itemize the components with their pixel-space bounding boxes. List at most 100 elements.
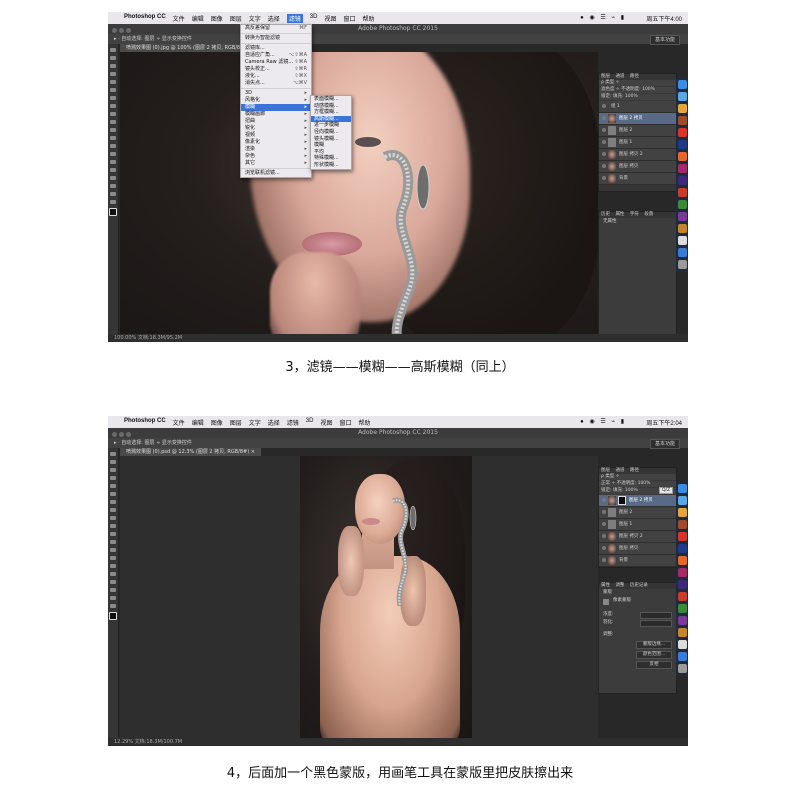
- eye-icon[interactable]: [602, 558, 606, 562]
- dodge-tool-icon[interactable]: [110, 152, 116, 156]
- menu-image[interactable]: 图像: [211, 14, 223, 23]
- hand-tool-icon[interactable]: [110, 192, 116, 196]
- pen-tool-icon[interactable]: [110, 564, 116, 568]
- finder-icon[interactable]: [677, 80, 687, 89]
- type-tool-icon[interactable]: [110, 572, 116, 576]
- layer-item[interactable]: 背景: [599, 555, 676, 567]
- app-icon[interactable]: [677, 532, 687, 541]
- menu-item-browse-online[interactable]: 浏览联机滤镜...: [241, 170, 311, 177]
- finder-icon[interactable]: [677, 484, 687, 493]
- premiere-icon[interactable]: [677, 616, 687, 625]
- eraser-tool-icon[interactable]: [110, 532, 116, 536]
- layer-item[interactable]: 图层 拷贝 2: [599, 531, 676, 543]
- tab-adjustments[interactable]: 调整: [615, 583, 624, 588]
- healing-tool-icon[interactable]: [110, 500, 116, 504]
- stamp-tool-icon[interactable]: [110, 516, 116, 520]
- options-text[interactable]: ▸ · 自动选择: 图层 ÷ 显示变换控件: [114, 36, 192, 42]
- canvas[interactable]: [120, 456, 598, 738]
- workspace-select[interactable]: 基本功能: [649, 35, 680, 45]
- premiere-icon[interactable]: [677, 212, 687, 221]
- submenu-item-blur-more[interactable]: 进一步模糊: [311, 122, 351, 129]
- history-brush-icon[interactable]: [110, 120, 116, 124]
- invert-button[interactable]: 反相: [636, 661, 672, 669]
- app-icon[interactable]: [677, 104, 687, 113]
- app-icon[interactable]: [677, 520, 687, 529]
- shape-tool-icon[interactable]: [110, 184, 116, 188]
- menu-layer[interactable]: 图层: [230, 418, 242, 427]
- blend-mode-row[interactable]: 滤色度 ÷ 不透明度: 100%: [599, 87, 676, 94]
- menu-item-sharpen[interactable]: 锐化 ▸: [241, 125, 311, 132]
- layer-item[interactable]: 图层 2: [599, 507, 676, 519]
- eye-icon[interactable]: [602, 128, 606, 132]
- menu-item-filter-gallery[interactable]: 滤镜库...: [241, 45, 311, 52]
- illustrator-icon[interactable]: [677, 556, 687, 565]
- tab-paths[interactable]: 路径: [630, 74, 639, 79]
- layer-mask-thumbnail[interactable]: [618, 496, 626, 505]
- menu-window[interactable]: 窗口: [339, 418, 351, 427]
- document-tab[interactable]: 喷溅效果图 (0).psd @ 12.3% (图层 2 拷贝, RGB/8#) …: [120, 448, 261, 456]
- eye-icon[interactable]: [602, 116, 606, 120]
- eye-icon[interactable]: [602, 546, 606, 550]
- photoshop-icon[interactable]: [677, 140, 687, 149]
- tab-channels[interactable]: 通道: [615, 468, 624, 473]
- menu-view[interactable]: 视图: [324, 14, 336, 23]
- move-tool-icon[interactable]: [110, 48, 116, 52]
- illustrator-icon[interactable]: [677, 152, 687, 161]
- eye-icon[interactable]: [602, 164, 606, 168]
- layer-item[interactable]: 图层 2 拷贝: [599, 113, 676, 125]
- menu-3d[interactable]: 3D: [310, 14, 318, 23]
- menu-item-adaptive-wide[interactable]: 自适应广角... ⌥⇧⌘A: [241, 52, 311, 59]
- app-icon[interactable]: [677, 248, 687, 257]
- bridge-icon[interactable]: [677, 628, 687, 637]
- zoom-tool-icon[interactable]: [110, 604, 116, 608]
- workspace-select[interactable]: 基本功能: [649, 439, 680, 449]
- tab-history[interactable]: 历史: [601, 212, 610, 217]
- menu-app[interactable]: Photoshop CC: [124, 418, 166, 427]
- menu-type[interactable]: 文字: [249, 418, 261, 427]
- eye-icon[interactable]: [602, 534, 606, 538]
- path-select-icon[interactable]: [110, 580, 116, 584]
- app-icon[interactable]: [677, 652, 687, 661]
- menu-item-camera-raw[interactable]: Camera Raw 滤镜... ⇧⌘A: [241, 59, 311, 66]
- dreamweaver-icon[interactable]: [677, 604, 687, 613]
- trash-icon[interactable]: [677, 664, 687, 673]
- trash-icon[interactable]: [677, 260, 687, 269]
- menu-help[interactable]: 帮助: [362, 14, 374, 23]
- color-range-button[interactable]: 颜色范围...: [636, 651, 672, 659]
- menu-item-render[interactable]: 渲染 ▸: [241, 146, 311, 153]
- document-tab[interactable]: 喷溅效果图 (0).jpg @ 100% (图层 2 拷贝, RGB/8#) ×: [120, 44, 259, 52]
- menu-item-video[interactable]: 视频 ▸: [241, 132, 311, 139]
- tab-channels[interactable]: 通道: [615, 74, 624, 79]
- menu-item-liquify[interactable]: 液化... ⇧⌘X: [241, 73, 311, 80]
- canvas[interactable]: [120, 52, 598, 334]
- eye-icon[interactable]: [602, 522, 606, 526]
- tab-properties[interactable]: 属性: [601, 583, 610, 588]
- quick-select-tool-icon[interactable]: [110, 72, 116, 76]
- menu-file[interactable]: 文件: [173, 14, 185, 23]
- layer-item[interactable]: 图层 2: [599, 125, 676, 137]
- dreamweaver-icon[interactable]: [677, 200, 687, 209]
- feather-slider[interactable]: [640, 620, 672, 627]
- menu-item-smart-filter[interactable]: 转换为智能滤镜: [241, 35, 311, 42]
- layer-filter-row[interactable]: ρ 类型 ÷: [599, 80, 676, 87]
- layer-item[interactable]: 图层 1: [599, 519, 676, 531]
- path-select-icon[interactable]: [110, 176, 116, 180]
- menu-edit[interactable]: 编辑: [192, 418, 204, 427]
- tab-layers[interactable]: 图层: [601, 74, 610, 79]
- menu-select[interactable]: 选择: [268, 14, 280, 23]
- layer-item[interactable]: 图层 拷贝 2: [599, 149, 676, 161]
- tab-history[interactable]: 历史记录: [630, 583, 648, 588]
- submenu-item-box-blur[interactable]: 方框模糊...: [311, 109, 351, 116]
- type-tool-icon[interactable]: [110, 168, 116, 172]
- layer-item[interactable]: 图层 拷贝: [599, 543, 676, 555]
- bridge-icon[interactable]: [677, 224, 687, 233]
- app-icon[interactable]: [677, 640, 687, 649]
- tab-paths[interactable]: 路径: [630, 468, 639, 473]
- mask-edge-button[interactable]: 蒙版边缘...: [636, 641, 672, 649]
- safari-icon[interactable]: [677, 92, 687, 101]
- hand-tool-icon[interactable]: [110, 596, 116, 600]
- menu-item-pixelate[interactable]: 像素化 ▸: [241, 139, 311, 146]
- menu-item-blur-gallery[interactable]: 模糊画廊 ▸: [241, 111, 311, 118]
- eye-icon[interactable]: [602, 510, 606, 514]
- lasso-tool-icon[interactable]: [110, 468, 116, 472]
